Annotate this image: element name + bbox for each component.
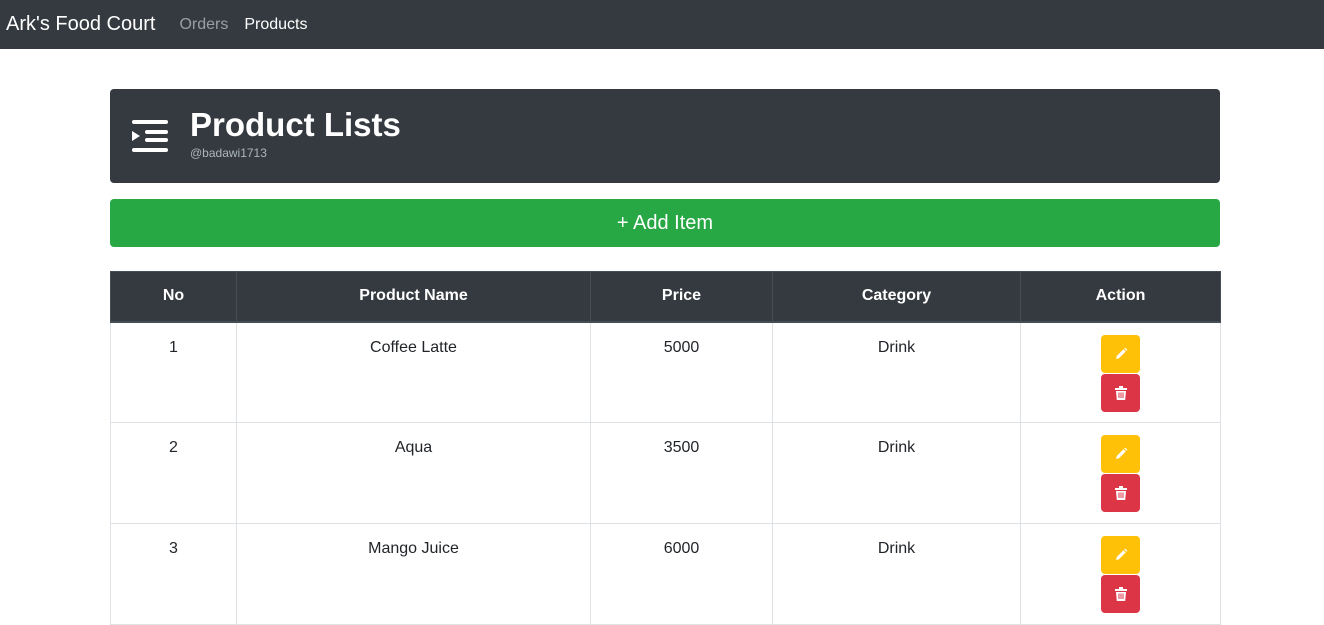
page-subtitle: @badawi1713 [190, 146, 267, 160]
cell-no: 3 [110, 523, 237, 625]
column-header-category[interactable]: Category [772, 271, 1021, 323]
table-row: 1 Coffee Latte 5000 Drink [110, 321, 1221, 423]
top-navbar: Ark's Food Court Orders Products [0, 0, 1324, 49]
products-table: No Product Name Price Category Action 1 … [110, 271, 1221, 625]
trash-icon [1114, 486, 1127, 500]
cell-product-name: Mango Juice [236, 523, 591, 625]
table-row: 2 Aqua 3500 Drink [110, 422, 1221, 524]
brand-link[interactable]: Ark's Food Court [6, 13, 155, 36]
action-buttons [1021, 536, 1220, 613]
cell-action [1020, 523, 1221, 625]
cell-product-name: Coffee Latte [236, 321, 591, 423]
cell-price: 6000 [590, 523, 773, 625]
edit-button[interactable] [1101, 334, 1140, 373]
delete-button[interactable] [1101, 575, 1140, 613]
cell-category: Drink [772, 523, 1021, 625]
pencil-icon [1115, 347, 1127, 359]
edit-button[interactable] [1101, 536, 1140, 574]
page-header: Product Lists @badawi1713 [110, 89, 1220, 183]
table-header-row: No Product Name Price Category Action [110, 271, 1221, 323]
cell-action [1020, 422, 1221, 524]
page-title: Product Lists [190, 106, 401, 143]
delete-button[interactable] [1101, 474, 1140, 512]
nav-link-orders[interactable]: Orders [179, 15, 228, 34]
column-header-product-name[interactable]: Product Name [236, 271, 591, 323]
add-item-button[interactable]: + Add Item [110, 199, 1220, 247]
products-table-wrapper: No Product Name Price Category Action 1 … [110, 271, 1221, 625]
cell-no: 1 [110, 321, 237, 423]
cell-action [1020, 321, 1221, 423]
header-text: Product Lists @badawi1713 [190, 106, 401, 160]
cell-product-name: Aqua [236, 422, 591, 524]
column-header-action: Action [1020, 271, 1221, 323]
column-header-price[interactable]: Price [590, 271, 773, 323]
table-row: 3 Mango Juice 6000 Drink [110, 523, 1221, 625]
action-buttons [1021, 334, 1220, 412]
cell-category: Drink [772, 422, 1021, 524]
edit-button[interactable] [1101, 435, 1140, 473]
cell-category: Drink [772, 321, 1021, 423]
cell-price: 5000 [590, 321, 773, 423]
column-header-no[interactable]: No [110, 271, 237, 323]
cell-price: 3500 [590, 422, 773, 524]
cell-no: 2 [110, 422, 237, 524]
action-buttons [1021, 435, 1220, 512]
delete-button[interactable] [1101, 373, 1140, 412]
pencil-icon [1115, 447, 1127, 459]
indent-list-icon [132, 118, 168, 154]
trash-icon [1114, 385, 1127, 400]
pencil-icon [1115, 548, 1127, 560]
trash-icon [1114, 587, 1127, 601]
nav-link-products[interactable]: Products [244, 15, 307, 34]
